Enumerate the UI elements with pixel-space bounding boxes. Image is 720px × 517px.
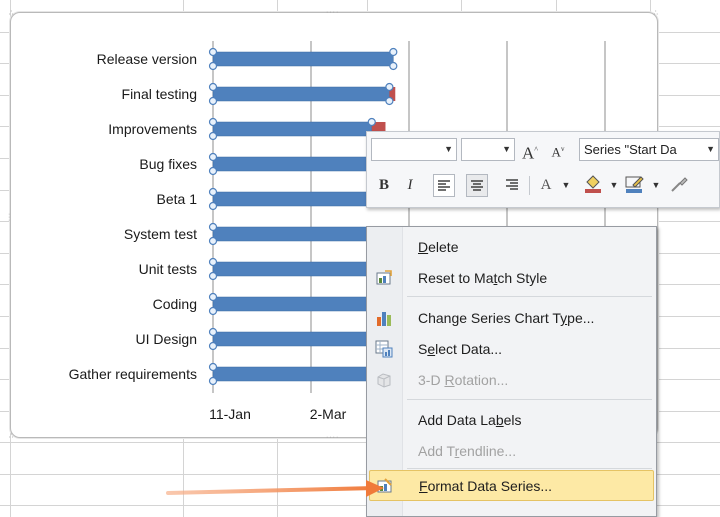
align-left-button[interactable] [433, 174, 455, 197]
menu-item-add-trendline[interactable]: Add Trendline... [369, 437, 654, 465]
category-label: Release version [97, 51, 197, 67]
grow-font-icon: A [521, 143, 535, 163]
category-label: Beta 1 [157, 191, 198, 207]
outline-color-button[interactable] [623, 174, 645, 197]
x-tick-label: 2-Mar [310, 406, 347, 422]
mini-toolbar-row-1: ▼ ▼ A^ Av Series "Start Da ▼ [367, 132, 719, 168]
selection-handle [208, 47, 218, 57]
font-color-icon: A [540, 177, 552, 193]
selection-handle [208, 201, 218, 211]
align-left-icon [438, 180, 450, 191]
align-right-button[interactable] [501, 174, 523, 197]
selection-handle [208, 306, 218, 316]
mini-toolbar: ▼ ▼ A^ Av Series "Start Da ▼ B I A ▼ ▼ ▼ [366, 131, 720, 208]
shrink-font-button[interactable]: Av [547, 138, 569, 161]
grow-font-button[interactable]: A^ [519, 138, 541, 163]
selection-handle [208, 341, 218, 351]
reset-style-icon [376, 270, 392, 285]
fill-color-dropdown-icon[interactable]: ▼ [603, 174, 625, 197]
selection-handle [208, 327, 218, 337]
selection-handle [208, 222, 218, 232]
select-data-icon [375, 340, 393, 358]
category-label: System test [124, 226, 197, 242]
menu-separator [407, 468, 652, 469]
selection-handle [208, 362, 218, 372]
menu-item-label: Reset to Match Style [418, 270, 548, 286]
selection-handle [208, 131, 218, 141]
menu-item-format-data-series[interactable]: Format Data Series... [369, 470, 654, 501]
selection-handle [208, 292, 218, 302]
selection-handle [208, 117, 218, 127]
context-menu: Delete Reset to Match Style Change Serie… [366, 226, 657, 517]
selection-handle [208, 61, 218, 71]
font-color-dropdown-icon[interactable]: ▼ [555, 174, 577, 197]
menu-item-delete[interactable]: Delete [369, 233, 654, 261]
selection-handle [208, 187, 218, 197]
chart-element-combo[interactable]: Series "Start Da ▼ [579, 138, 719, 161]
selection-handle [385, 82, 394, 92]
dropdown-arrow-icon: ▼ [704, 139, 715, 160]
start-date-bar [212, 121, 373, 137]
italic-button[interactable]: I [399, 174, 421, 197]
selection-handle [208, 257, 218, 267]
align-right-icon [506, 179, 518, 190]
menu-item-label: Format Data Series... [419, 478, 553, 494]
menu-item-label: Select Data... [418, 341, 503, 357]
menu-item-label: Delete [418, 239, 459, 255]
format-painter-button[interactable] [667, 174, 689, 197]
category-label: UI Design [136, 331, 197, 347]
selection-handle [367, 117, 376, 127]
start-date-bar [212, 86, 390, 102]
category-label: Final testing [122, 86, 197, 102]
category-label: Improvements [108, 121, 197, 137]
selection-handle [208, 152, 218, 162]
start-date-bar [212, 51, 394, 67]
category-label: Unit tests [139, 261, 197, 277]
mini-toolbar-row-2: B I A ▼ ▼ ▼ [367, 168, 719, 204]
selection-handle [389, 47, 398, 57]
pen-outline-icon [625, 176, 644, 193]
font-size-combo[interactable]: ▼ [461, 138, 515, 161]
align-center-button[interactable] [466, 174, 488, 197]
selection-handle [389, 61, 398, 71]
menu-item-label: Add Data Labels [418, 412, 522, 428]
menu-item-label: Change Series Chart Type... [418, 310, 595, 326]
x-tick-label: 11-Jan [209, 406, 251, 422]
dropdown-arrow-icon: ▼ [444, 144, 453, 154]
menu-item-reset-to-match-style[interactable]: Reset to Match Style [369, 264, 654, 292]
3d-rotation-icon [377, 373, 391, 388]
dropdown-arrow-icon: ▼ [502, 144, 511, 154]
menu-item-select-data[interactable]: Select Data... [369, 335, 654, 363]
toolbar-separator [529, 176, 530, 195]
selection-handle [208, 376, 218, 386]
category-label: Bug fixes [139, 156, 197, 172]
selection-handle [208, 236, 218, 246]
align-center-icon [471, 180, 483, 191]
outline-color-dropdown-icon[interactable]: ▼ [645, 174, 667, 197]
category-label: Gather requirements [69, 366, 197, 382]
selection-handle [208, 82, 218, 92]
selection-handle [385, 96, 394, 106]
brush-icon [671, 177, 688, 192]
fill-color-button[interactable] [581, 174, 603, 197]
menu-separator [407, 296, 652, 297]
category-label: Coding [153, 296, 197, 312]
bold-button[interactable]: B [373, 174, 395, 197]
selection-handle [208, 96, 218, 106]
font-color-button[interactable]: A [535, 174, 557, 197]
menu-item-change-series-chart-type[interactable]: Change Series Chart Type... [369, 304, 654, 332]
format-series-icon [377, 478, 392, 493]
chart-element-value: Series "Start Da [584, 142, 677, 157]
menu-separator [407, 399, 652, 400]
chart-type-icon [377, 312, 391, 326]
font-name-combo[interactable]: ▼ [371, 138, 457, 161]
selection-handle [208, 166, 218, 176]
menu-item-add-data-labels[interactable]: Add Data Labels [369, 406, 654, 434]
menu-item-label: Add Trendline... [418, 443, 517, 459]
shrink-font-icon: A [551, 144, 561, 160]
menu-item-3d-rotation[interactable]: 3-D Rotation... [369, 366, 654, 394]
menu-item-label: 3-D Rotation... [418, 372, 509, 388]
selection-handle [208, 271, 218, 281]
paint-bucket-icon [585, 175, 601, 193]
